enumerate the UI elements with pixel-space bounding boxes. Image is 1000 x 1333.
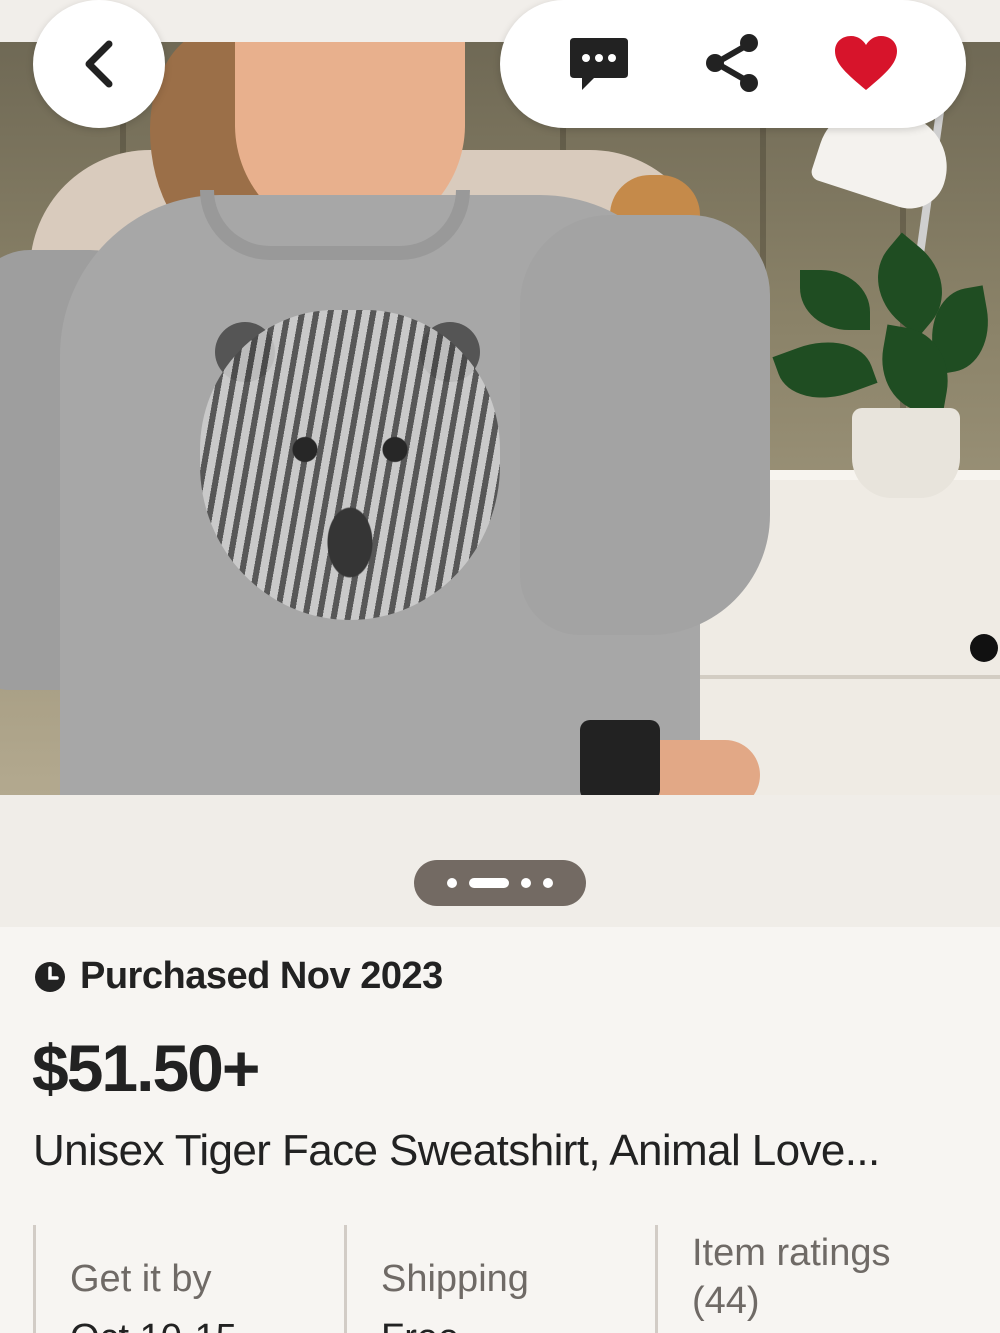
chevron-left-icon <box>85 40 113 88</box>
drawer-knob <box>970 634 998 662</box>
fact-label: Item ratings <box>692 1232 891 1274</box>
price: $51.50+ <box>32 1031 260 1105</box>
fact-label: Get it by <box>70 1258 212 1300</box>
message-button[interactable] <box>566 30 632 96</box>
drawer-line <box>680 675 1000 679</box>
fact-value: Oct 10-15 <box>70 1317 237 1333</box>
sweatshirt-sleeve-right <box>520 215 770 635</box>
action-bar <box>500 0 966 128</box>
carousel-dot[interactable] <box>521 878 531 888</box>
heart-icon <box>835 36 897 90</box>
plant-leaf <box>800 270 870 330</box>
carousel-dot[interactable] <box>447 878 457 888</box>
back-button[interactable] <box>33 0 165 128</box>
clock-icon <box>35 961 65 992</box>
plant-pot <box>852 408 960 498</box>
share-icon <box>706 34 758 92</box>
fact-delivery[interactable]: Get it by Oct 10-15 <box>33 1225 345 1333</box>
plant-leaf <box>772 326 878 414</box>
favorite-button[interactable] <box>833 30 899 96</box>
carousel-dot-active[interactable] <box>469 878 509 888</box>
message-icon <box>570 38 628 90</box>
listing-facts: Get it by Oct 10-15 Shipping Free Item r… <box>33 1225 1000 1333</box>
model-shorts <box>580 720 660 795</box>
fact-label: Shipping <box>381 1258 529 1300</box>
listing-title[interactable]: Unisex Tiger Face Sweatshirt, Animal Lov… <box>33 1126 880 1176</box>
fact-label-count: (44) <box>692 1280 760 1322</box>
tiger-print <box>200 310 500 620</box>
sweatshirt-collar <box>200 190 470 260</box>
carousel-indicator[interactable] <box>414 860 586 906</box>
purchased-date: Purchased Nov 2023 <box>80 955 443 997</box>
fact-shipping[interactable]: Shipping Free <box>344 1225 656 1333</box>
carousel-dot[interactable] <box>543 878 553 888</box>
fact-value: Free <box>381 1317 459 1333</box>
purchased-row: Purchased Nov 2023 <box>34 955 443 998</box>
fact-item-ratings[interactable]: Item ratings (44) <box>655 1225 1000 1333</box>
share-button[interactable] <box>700 30 766 96</box>
